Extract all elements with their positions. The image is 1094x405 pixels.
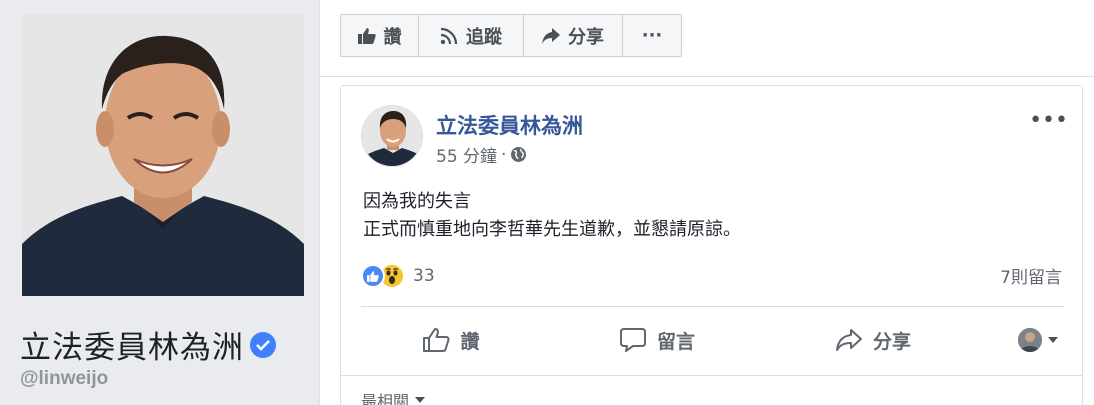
post-action-bar: 讚 留言 分享 (361, 314, 1064, 366)
post-as-selector[interactable] (973, 318, 1064, 362)
page-follow-label: 追蹤 (466, 26, 502, 48)
post-comment-label: 留言 (656, 330, 695, 353)
current-user-avatar (1018, 328, 1042, 352)
meta-separator: · (501, 144, 507, 165)
header-divider (320, 76, 1094, 77)
profile-photo[interactable] (22, 14, 304, 296)
like-reaction-icon (361, 264, 385, 288)
page-follow-button[interactable]: 追蹤 (419, 15, 524, 56)
comment-count[interactable]: 7則留言 (1000, 263, 1062, 288)
comment-bubble-icon (619, 328, 646, 352)
comment-sort-selector[interactable]: 最相關 (361, 388, 426, 405)
share-outline-icon (835, 329, 862, 351)
profile-sidebar: 立法委員林為洲 @linweijo (0, 0, 320, 405)
avatar-image (362, 106, 422, 166)
post-share-button[interactable]: 分享 (773, 318, 973, 362)
post-body: 因為我的失言 正式而慎重地向李哲華先生道歉，並懇請原諒。 (363, 188, 741, 244)
page-share-label: 分享 (568, 26, 604, 48)
post-author-name[interactable]: 立法委員林為洲 (436, 110, 583, 140)
sort-chevron-down-icon (415, 397, 426, 403)
post-comment-button[interactable]: 留言 (541, 318, 773, 362)
post-like-label: 讚 (460, 330, 480, 353)
post-author-avatar[interactable] (361, 105, 423, 167)
post-timestamp[interactable]: 55 分鐘 (436, 142, 497, 167)
verified-badge-icon (250, 331, 276, 358)
profile-name-row: 立法委員林為洲 (20, 322, 276, 367)
profile-photo-image (22, 14, 304, 296)
rss-follow-icon (440, 27, 458, 44)
reactions-summary[interactable]: 33 (361, 263, 435, 289)
post-options-icon[interactable]: ••• (1029, 108, 1068, 133)
post-divider (361, 306, 1064, 307)
post-like-button[interactable]: 讚 (361, 318, 541, 362)
chevron-down-icon (1048, 337, 1058, 343)
post-card: 立法委員林為洲 55 分鐘 · ••• 因為我的失言 正式而慎重地向李哲華先生道… (340, 85, 1083, 405)
page-like-label: 讚 (383, 26, 402, 48)
page-share-button[interactable]: 分享 (524, 15, 623, 56)
post-meta: 55 分鐘 · (436, 142, 527, 167)
profile-name: 立法委員林為洲 (20, 330, 244, 366)
page-more-button[interactable]: ··· (623, 15, 681, 56)
more-dots-icon: ··· (641, 25, 663, 46)
page-action-bar: 讚 追蹤 分享 ··· (340, 14, 682, 57)
comments-divider (341, 375, 1082, 376)
profile-handle[interactable]: @linweijo (20, 368, 108, 390)
page-like-button[interactable]: 讚 (341, 15, 419, 56)
post-text-line: 正式而慎重地向李哲華先生道歉，並懇請原諒。 (363, 219, 741, 240)
globe-icon[interactable] (510, 146, 527, 163)
post-text-line: 因為我的失言 (363, 191, 471, 212)
thumbs-up-icon (357, 27, 376, 44)
share-arrow-icon (542, 27, 560, 44)
comment-sort-label: 最相關 (361, 392, 410, 405)
post-share-label: 分享 (872, 330, 911, 353)
thumbs-up-outline-icon (423, 328, 451, 352)
reaction-count[interactable]: 33 (413, 266, 435, 286)
